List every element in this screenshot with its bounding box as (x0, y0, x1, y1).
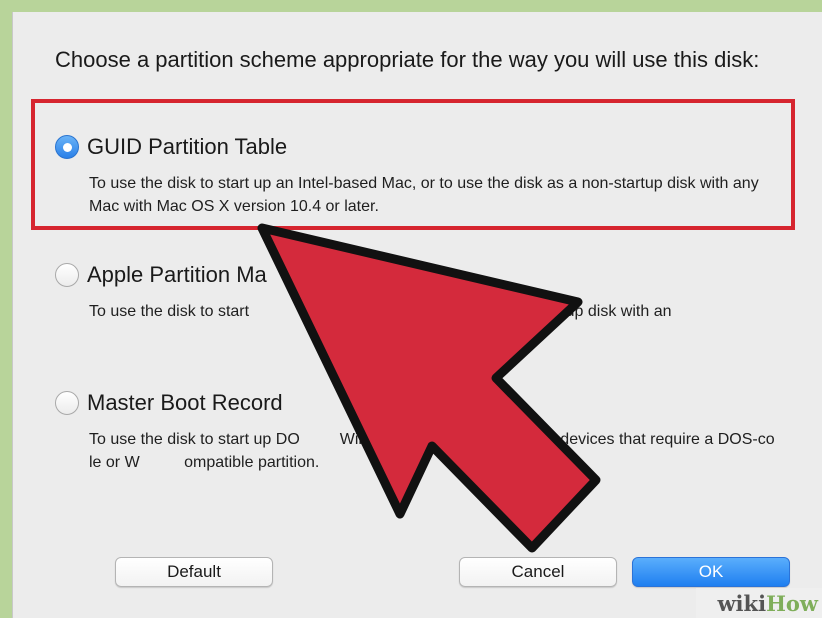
option-master-boot-record[interactable]: Master Boot Record To use the disk to st… (55, 390, 795, 474)
wikihow-watermark: wiki How (696, 588, 822, 618)
option-description: To use the disk to start up DO Win uters… (89, 431, 815, 471)
ok-button[interactable]: OK (632, 557, 790, 587)
option-description: To use the disk to start to use the disk… (89, 303, 672, 320)
radio-unselected-icon[interactable] (55, 263, 79, 287)
highlight-box (31, 99, 795, 230)
cancel-button[interactable]: Cancel (459, 557, 617, 587)
watermark-wiki: wiki (717, 590, 767, 616)
default-button[interactable]: Default (115, 557, 273, 587)
prompt-text: Choose a partition scheme appropriate fo… (55, 47, 760, 72)
option-label: Apple Partition Ma (87, 262, 267, 287)
option-apple-partition-map[interactable]: Apple Partition Ma To use the disk to st… (55, 262, 795, 323)
option-label: Master Boot Record (87, 390, 283, 415)
radio-unselected-icon[interactable] (55, 391, 79, 415)
watermark-how: How (766, 590, 818, 616)
